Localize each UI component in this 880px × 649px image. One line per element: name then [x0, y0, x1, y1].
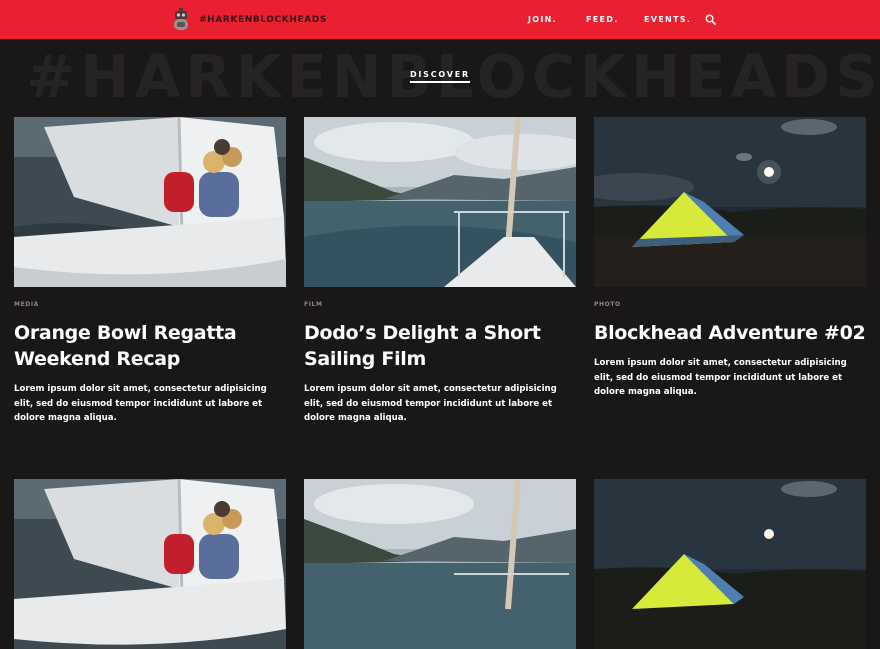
bow-view-mountains-photo — [304, 117, 576, 287]
post-excerpt: Lorem ipsum dolor sit amet, consectetur … — [304, 384, 557, 423]
nav-join[interactable]: JOIN. — [528, 15, 586, 24]
post-thumbnail[interactable] — [594, 479, 866, 649]
post-excerpt: Lorem ipsum dolor sit amet, consectetur … — [14, 384, 267, 423]
post-card-5[interactable] — [304, 479, 576, 649]
post-title[interactable]: Dodo’s Delight a Short Sailing Film — [304, 320, 576, 372]
post-thumbnail[interactable] — [14, 117, 286, 287]
post-thumbnail[interactable] — [594, 117, 866, 287]
brand-name: #HARKENBLOCKHEADS — [199, 15, 327, 25]
nav-feed[interactable]: FEED. — [586, 15, 644, 24]
post-card-6[interactable] — [594, 479, 866, 649]
post-category: FILM — [304, 301, 323, 308]
discover-label[interactable]: DISCOVER — [409, 70, 471, 83]
night-tent-photo — [594, 117, 866, 287]
post-card-4[interactable] — [14, 479, 286, 649]
post-category: PHOTO — [594, 301, 621, 308]
post-card-3[interactable]: PHOTO Blockhead Adventure #02 Lorem ipsu… — [594, 117, 866, 400]
post-thumbnail[interactable] — [304, 479, 576, 649]
blockhead-mascot-icon — [174, 8, 188, 30]
bow-view-mountains-photo — [304, 479, 576, 649]
night-tent-photo — [594, 479, 866, 649]
search-icon[interactable] — [705, 14, 716, 25]
post-thumbnail[interactable] — [14, 479, 286, 649]
sailboat-crew-photo — [14, 479, 286, 649]
post-card-2[interactable]: FILM Dodo’s Delight a Short Sailing Film… — [304, 117, 576, 426]
post-excerpt: Lorem ipsum dolor sit amet, consectetur … — [594, 358, 847, 397]
main-nav: JOIN. FEED. EVENTS. — [528, 14, 716, 25]
nav-events[interactable]: EVENTS. — [644, 15, 705, 24]
brand-logo-link[interactable]: #HARKENBLOCKHEADS — [172, 8, 327, 32]
post-card-1[interactable]: MEDIA Orange Bowl Regatta Weekend Recap … — [14, 117, 286, 426]
post-title[interactable]: Orange Bowl Regatta Weekend Recap — [14, 320, 286, 372]
top-navigation-bar: #HARKENBLOCKHEADS JOIN. FEED. EVENTS. — [0, 0, 880, 39]
post-category: MEDIA — [14, 301, 39, 308]
post-thumbnail[interactable] — [304, 117, 576, 287]
sailboat-crew-photo — [14, 117, 286, 287]
section-heading-discover: DISCOVER — [0, 70, 880, 83]
post-title[interactable]: Blockhead Adventure #02 — [594, 320, 866, 346]
